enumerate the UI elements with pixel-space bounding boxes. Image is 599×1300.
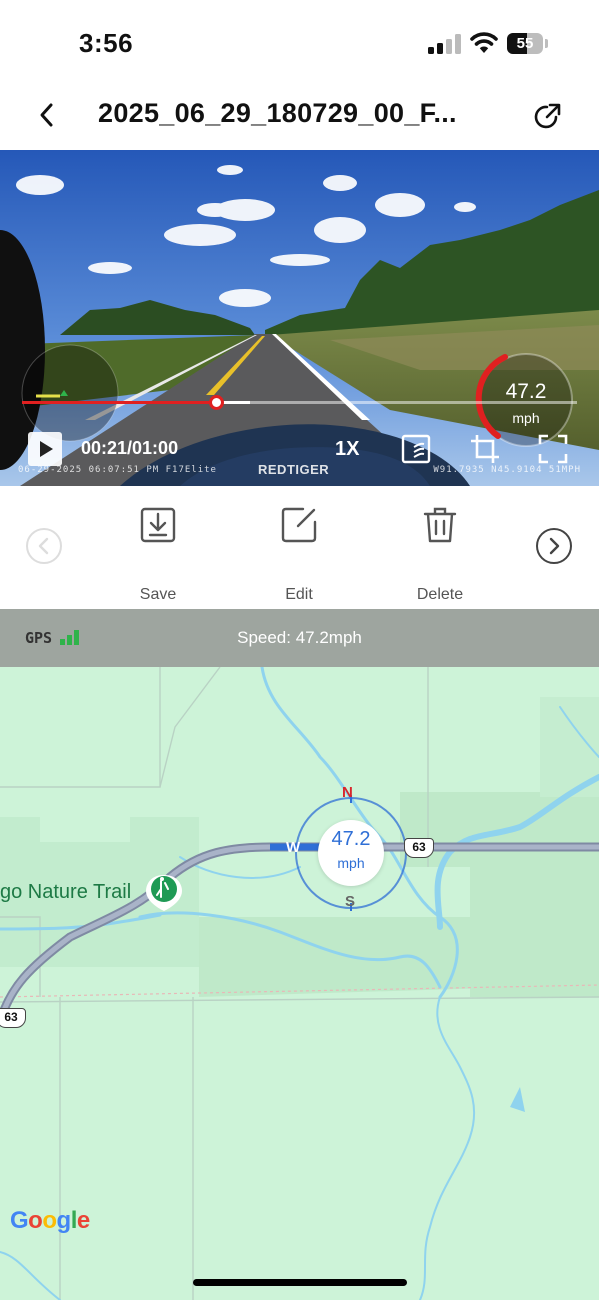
edit-icon [281,507,317,543]
current-speed-marker: 47.2 mph [318,820,384,886]
battery-percent: 55 [516,35,534,52]
playback-rate-button[interactable]: 1X [335,438,359,461]
delete-button[interactable]: Delete [400,506,480,603]
map-speed-unit: mph [337,855,365,871]
next-video-button[interactable] [536,528,572,564]
map-canvas [0,667,599,1300]
battery-cap [545,39,548,48]
save-label: Save [139,586,177,603]
delete-label: Delete [416,586,464,603]
edit-label: Edit [285,586,313,603]
video-coords-overlay: W91.7935 N45.9104 51MPH [433,465,581,475]
route-63-shield: 63 [404,838,434,858]
chevron-right-icon [549,537,560,555]
route-63-shield-west: 63 [0,1008,26,1028]
chevron-left-icon [40,103,53,127]
header: 2025_06_29_180729_00_F... [0,80,599,150]
dashcam-video-frame [0,150,599,486]
page-title: 2025_06_29_180729_00_F... [98,98,457,128]
gps-status-bar: GPS Speed: 47.2mph [0,609,599,667]
map-speed-value: 47.2 [331,828,371,850]
brand-watermark: REDTIGER [258,462,330,477]
picture-in-picture-icon[interactable] [400,433,432,465]
home-indicator[interactable] [193,1279,407,1286]
google-logo: Google [10,1207,90,1234]
save-button[interactable]: Save [118,506,198,603]
cellular-signal-icon [428,34,461,54]
video-timestamp-overlay: 06-29-2025 06:07:51 PM F17Elite [18,465,217,475]
playback-time: 00:21/01:00 [81,438,179,458]
edit-button[interactable]: Edit [259,506,339,603]
gps-speed-text: Speed: 47.2mph [237,628,362,647]
gauge-speed-unit: mph [512,410,540,426]
video-player[interactable]: 47.2 mph 00:21/01:00 1X 06-29-2025 06:07… [0,150,599,486]
previous-video-button[interactable] [26,528,62,564]
share-out-icon[interactable] [530,100,564,134]
gauge-speed-value: 47.2 [505,380,547,403]
compass-south: S [345,893,356,910]
battery-icon: 55 [507,33,543,54]
map-view[interactable]: go Nature Trail N W S 47.2 mph 63 63 Goo… [0,667,599,1300]
play-button[interactable] [28,432,62,466]
crop-icon[interactable] [469,433,501,465]
back-button[interactable] [30,98,64,132]
trash-icon [423,507,457,543]
action-bar: Save Edit Delete [0,486,599,609]
wifi-icon [470,32,498,53]
status-time: 3:56 [79,28,134,58]
poi-label-nature-trail[interactable]: go Nature Trail [0,881,131,904]
status-bar: 3:56 55 [0,0,599,80]
progress-played [22,401,217,404]
play-icon [40,441,53,457]
compass-west: W [286,839,301,856]
chevron-left-icon [38,537,49,555]
download-icon [140,507,176,543]
compass-north: N [342,784,353,801]
fullscreen-icon[interactable] [537,433,569,465]
